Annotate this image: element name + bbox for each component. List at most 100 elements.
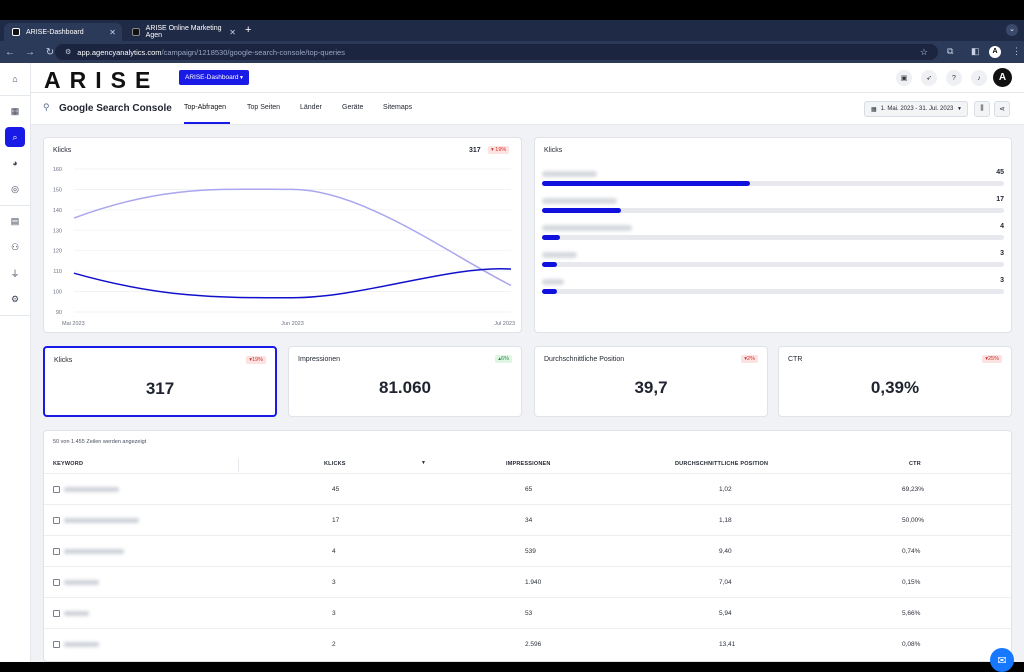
cell-impressionen: 539 [525,548,536,555]
keyword-redacted [64,518,139,523]
url-path: /campaign/1218530/google-search-console/… [161,47,345,57]
keyword-redacted [64,580,99,585]
arise-logo[interactable]: ARISE [44,67,159,94]
row-checkbox[interactable] [53,641,60,648]
close-tab-icon[interactable]: ✕ [109,28,116,37]
search-console-logo-icon: ⚲ [43,102,50,112]
help-icon[interactable]: ? [946,70,962,86]
browser-menu-icon[interactable]: ⋮ [1012,46,1021,57]
user-avatar[interactable]: A [993,68,1012,87]
new-tab-icon[interactable]: + [245,24,251,36]
table-row[interactable]: 3 1.940 7,04 0,15% [44,566,1011,597]
clicks-line-chart-card: Klicks 317 ▾ 19% 90 100 110 120 130 140 150 160… [43,137,522,333]
kpi-change: 19% [251,357,263,363]
table-row[interactable]: 45 65 1,02 69,23% [44,473,1011,504]
integrations-plug-icon[interactable]: ⏚ [5,263,25,283]
kpi-card-position[interactable]: Durchschnittliche Position ▾2% 39,7 [534,346,768,417]
table-row[interactable]: 2 2.596 13,41 0,08% [44,628,1011,659]
app-header: ARISE ARISE-Dashboard ▼ ▣ ➶ ? ♪ A [31,63,1024,93]
divider [0,95,31,96]
row-count-info: 50 von 1.455 Zeilen werden angezeigt [53,439,147,445]
folder-icon[interactable]: ▣ [896,70,912,86]
dashboard-grid-icon[interactable]: ▦ [5,101,25,121]
close-tab-icon[interactable]: ✕ [229,28,236,37]
date-range-picker[interactable]: ▦ 1. Mai. 2023 - 31. Jul. 2023 ▼ [864,101,968,117]
y-tick-label: 110 [53,269,62,275]
bar-track [542,235,1004,240]
tab-search-icon[interactable]: ⌄ [1006,24,1018,36]
users-icon[interactable]: ⚇ [5,237,25,257]
table-row[interactable]: 17 34 1,18 50,00% [44,504,1011,535]
report-icon[interactable]: ▤ [5,211,25,231]
share-icon[interactable]: ⋖ [994,101,1010,117]
bar-fill [542,262,557,267]
bar-value: 3 [1000,250,1004,257]
cell-position: 1,02 [719,486,732,493]
site-info-icon[interactable]: ⚙ [65,48,71,56]
compare-icon[interactable]: ⫼ [974,101,990,117]
pie-chart-icon[interactable]: ◕ [5,153,25,173]
row-checkbox[interactable] [53,486,60,493]
keyword-redacted [64,487,119,492]
y-tick-label: 90 [56,310,62,316]
kpi-change: 6% [501,356,509,362]
column-header-klicks[interactable]: KLICKS [324,461,346,467]
tab-sitemaps[interactable]: Sitemaps [383,104,412,111]
table-row[interactable]: 3 53 5,94 5,66% [44,597,1011,628]
bar-fill [542,235,561,240]
dashboard-select[interactable]: ARISE-Dashboard ▼ [179,70,249,85]
support-chat-icon[interactable]: ✉ [990,648,1014,672]
x-tick-label: Mai 2023 [62,321,85,327]
kpi-change-badge: ▾2% [741,355,758,363]
sidepanel-icon[interactable]: ◧ [971,46,980,57]
bar-fill [542,208,621,213]
cell-ctr: 5,66% [902,610,921,617]
browser-profile-avatar[interactable]: A [989,46,1001,58]
column-header-keyword[interactable]: KEYWORD [53,461,83,467]
home-icon[interactable]: ⌂ [5,69,25,89]
column-header-position[interactable]: DURCHSCHNITTLICHE POSITION [675,461,768,467]
settings-gear-icon[interactable]: ⚙ [5,289,25,309]
extensions-icon[interactable]: ⧉ [947,46,953,57]
kpi-card-klicks[interactable]: Klicks ▾19% 317 [43,346,277,417]
row-checkbox[interactable] [53,517,60,524]
column-header-impressionen[interactable]: IMPRESSIONEN [506,461,551,467]
browser-window: ARISE-Dashboard ✕ ARISE Online Marketing… [0,20,1024,672]
row-checkbox[interactable] [53,548,60,555]
cell-ctr: 0,08% [902,641,921,648]
kpi-label: Klicks [54,357,73,364]
caret-down-icon: ▼ [957,106,962,112]
tab-top-abfragen[interactable]: Top-Abfragen [184,104,226,111]
kpi-card-ctr[interactable]: CTR ▾25% 0,39% [778,346,1012,417]
row-checkbox[interactable] [53,610,60,617]
address-bar[interactable]: ⚙ app.agencyanalytics.com/campaign/12185… [55,44,938,60]
tab-laender[interactable]: Länder [300,104,322,111]
keyword-redacted [64,549,124,554]
bookmark-star-icon[interactable]: ☆ [920,47,928,58]
rocket-icon[interactable]: ➶ [921,70,937,86]
page-title: Google Search Console [59,103,172,114]
back-icon[interactable]: ← [0,47,20,58]
date-range-label: 1. Mai. 2023 - 31. Jul. 2023 [880,106,954,112]
clicks-bar-chart-card: Klicks 45 17 4 3 3 [534,137,1012,333]
chat-icon[interactable]: ◎ [5,179,25,199]
kpi-change: 25% [987,356,999,362]
browser-tab-arise-dashboard[interactable]: ARISE-Dashboard ✕ [4,23,122,41]
row-checkbox[interactable] [53,579,60,586]
sort-desc-icon[interactable]: ▼ [421,460,426,466]
table-row[interactable]: 4 539 9,40 0,74% [44,535,1011,566]
bar-track [542,208,1004,213]
calendar-icon: ▦ [871,106,877,113]
tab-top-seiten[interactable]: Top Seiten [247,104,280,111]
cell-klicks: 3 [332,579,336,586]
kpi-card-impressionen[interactable]: Impressionen ▴6% 81.060 [288,346,522,417]
search-icon[interactable]: ⌕ [5,127,25,147]
tab-geraete[interactable]: Geräte [342,104,363,111]
cell-position: 13,41 [719,641,736,648]
browser-tab-arise-agency[interactable]: ARISE Online Marketing Agen ✕ [124,23,242,41]
column-header-ctr[interactable]: CTR [909,461,921,467]
notifications-bell-icon[interactable]: ♪ [971,70,987,86]
y-tick-label: 160 [53,167,62,173]
bar-track [542,289,1004,294]
forward-icon[interactable]: → [20,47,40,58]
